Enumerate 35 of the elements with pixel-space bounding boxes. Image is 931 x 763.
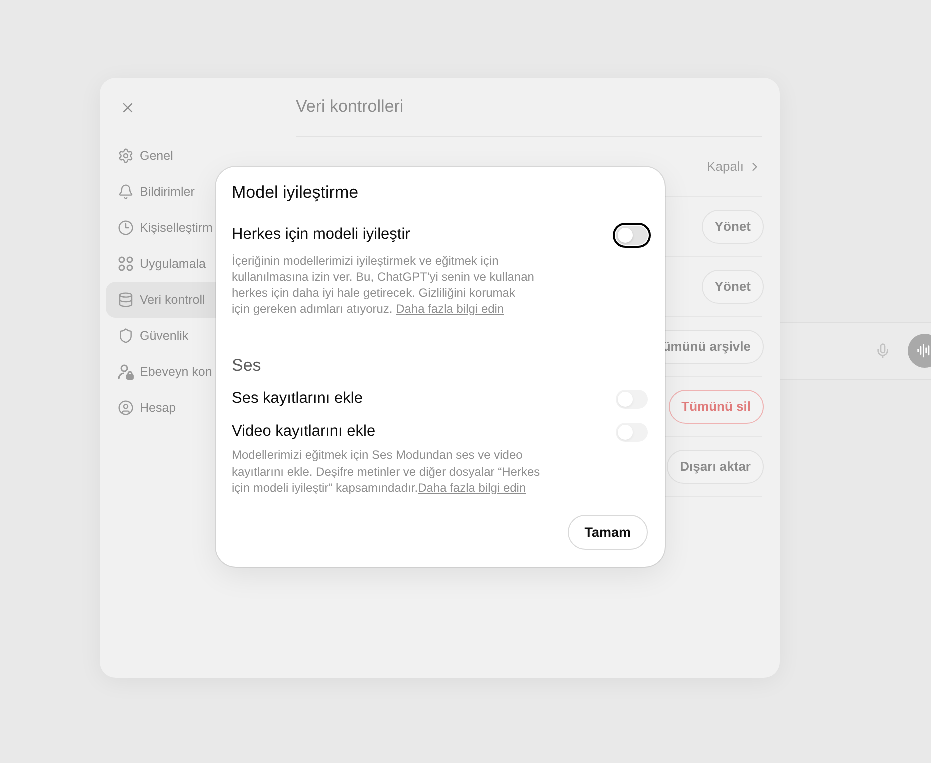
dialog-title: Model iyileştirme: [232, 182, 360, 204]
database-icon: [118, 292, 134, 308]
settings-title: Veri kontrolleri: [296, 97, 404, 117]
setting-label: Video kayıtlarını ekle: [232, 423, 376, 441]
bell-icon: [118, 184, 134, 200]
done-button[interactable]: Tamam: [568, 515, 648, 550]
sidebar-item-label: Genel: [140, 149, 174, 163]
description-text: Modellerimizi eğitmek için Ses Modundan ses ve video kayıtlarını ekle. Deşifre metinler ve diğer dosyalar “Herkes için modeli iyileştir” kapsamındadır.Daha fazla bilgi edin: [232, 447, 542, 496]
setting-label: Herkes için modeli iyileştir: [232, 226, 410, 244]
sidebar-item-label: Uygulamala: [140, 257, 206, 271]
gear-icon: [118, 148, 134, 164]
user-circle-icon: [118, 400, 134, 416]
action-button[interactable]: Yönet: [702, 270, 764, 304]
sidebar-item-label: Ebeveyn kon: [140, 365, 212, 379]
microphone-icon[interactable]: [875, 343, 891, 359]
value-link[interactable]: Kapalı: [707, 159, 762, 174]
action-button[interactable]: Dışarı aktar: [667, 450, 764, 484]
sound-wave-icon: [917, 343, 931, 359]
action-button[interactable]: Yönet: [702, 210, 764, 244]
setting-label: Ses kayıtlarını ekle: [232, 390, 363, 408]
sidebar-item-label: Bildirimler: [140, 185, 195, 199]
sidebar-item-label: Kişiselleştirm: [140, 221, 213, 235]
learn-more-link[interactable]: Daha fazla bilgi edin: [418, 481, 526, 495]
grid-icon: [118, 256, 134, 272]
learn-more-link[interactable]: Daha fazla bilgi edin: [396, 302, 504, 316]
user-lock-icon: [118, 364, 134, 380]
sidebar-item-label: Hesap: [140, 401, 176, 415]
sidebar-item[interactable]: Genel: [106, 138, 280, 174]
sidebar-item[interactable]: Güvenlik: [106, 318, 280, 354]
clock-icon: [118, 220, 134, 236]
section-heading: Ses: [232, 355, 262, 377]
sidebar-item-label: Güvenlik: [140, 329, 189, 343]
sidebar-item-label: Veri kontroll: [140, 293, 206, 307]
shield-icon: [118, 328, 134, 344]
delete-button[interactable]: Tümünü sil: [668, 390, 764, 424]
